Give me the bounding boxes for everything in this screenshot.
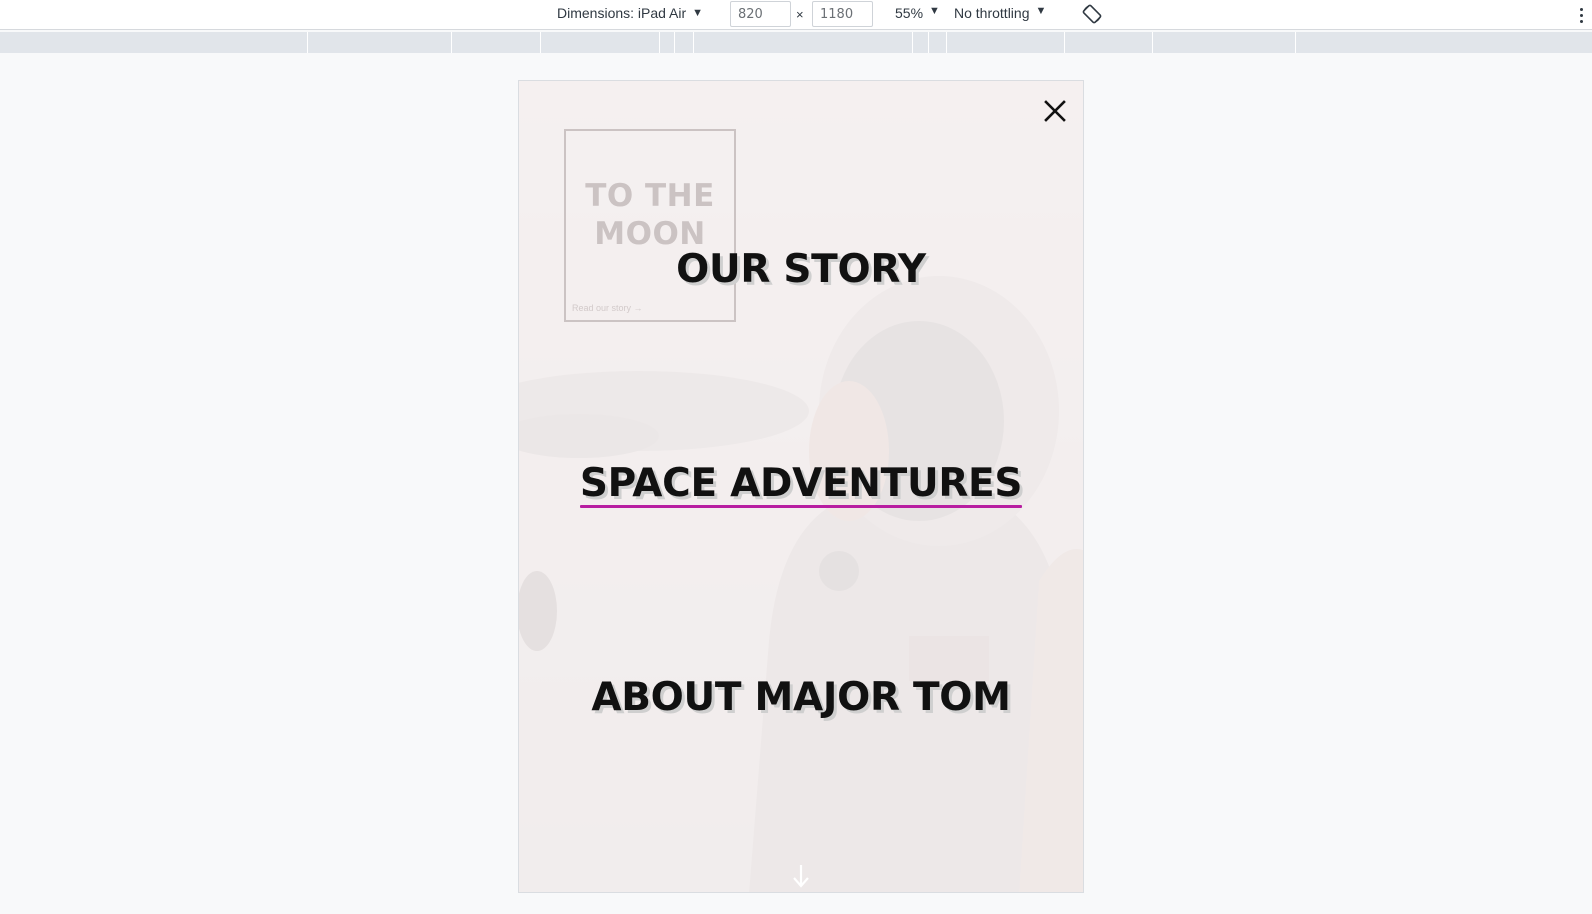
media-query-marker[interactable] [540,32,541,53]
caret-down-icon: ▼ [692,7,704,19]
device-toolbar: Dimensions: iPad Air ▼ × 55% ▼ No thrott… [0,0,1592,30]
zoom-select[interactable]: 55% ▼ [895,5,940,21]
media-query-marker[interactable] [659,32,660,53]
zoom-label: 55% [895,5,924,21]
media-query-marker[interactable] [693,32,694,53]
media-query-marker[interactable] [307,32,308,53]
hero-card: TO THE MOON Read our story → [564,129,736,322]
caret-down-icon: ▼ [1035,5,1047,17]
close-menu-button[interactable] [1043,99,1067,123]
close-icon [1044,100,1066,122]
nav-link-space-adventures[interactable]: SPACE ADVENTURES [519,461,1083,508]
throttling-label: No throttling [954,5,1030,21]
nav-link-about-major-tom[interactable]: ABOUT MAJOR TOM [519,675,1083,720]
hero-title: TO THE MOON [585,178,715,252]
height-input[interactable] [812,1,873,27]
media-query-marker[interactable] [928,32,929,53]
arrow-down-icon[interactable] [792,863,810,889]
nav-link-label: SPACE ADVENTURES [579,461,1023,506]
media-query-marker[interactable] [912,32,913,53]
dimension-separator: × [796,7,804,22]
active-underline [579,505,1023,508]
rotate-icon[interactable] [1081,3,1103,25]
caret-down-icon: ▼ [929,5,940,17]
media-query-marker[interactable] [1152,32,1153,53]
width-input[interactable] [730,1,791,27]
more-options-icon[interactable] [1577,4,1585,26]
device-viewport: TO THE MOON Read our story → OUR STORY S… [518,80,1084,893]
device-dimensions-select[interactable]: Dimensions: iPad Air ▼ [557,5,703,21]
read-story-link[interactable]: Read our story → [572,303,643,313]
media-query-marker[interactable] [1295,32,1296,53]
device-dimensions-label: Dimensions: iPad Air [557,5,687,21]
nav-link-label: ABOUT MAJOR TOM [591,675,1011,720]
media-query-marker[interactable] [451,32,452,53]
throttling-select[interactable]: No throttling ▼ [954,5,1046,21]
media-query-marker[interactable] [946,32,947,53]
nav-link-our-story[interactable]: OUR STORY [519,247,1083,292]
nav-link-label: OUR STORY [676,247,926,292]
media-query-marker[interactable] [1064,32,1065,53]
media-query-marker[interactable] [674,32,675,53]
media-query-bar[interactable] [0,32,1592,53]
